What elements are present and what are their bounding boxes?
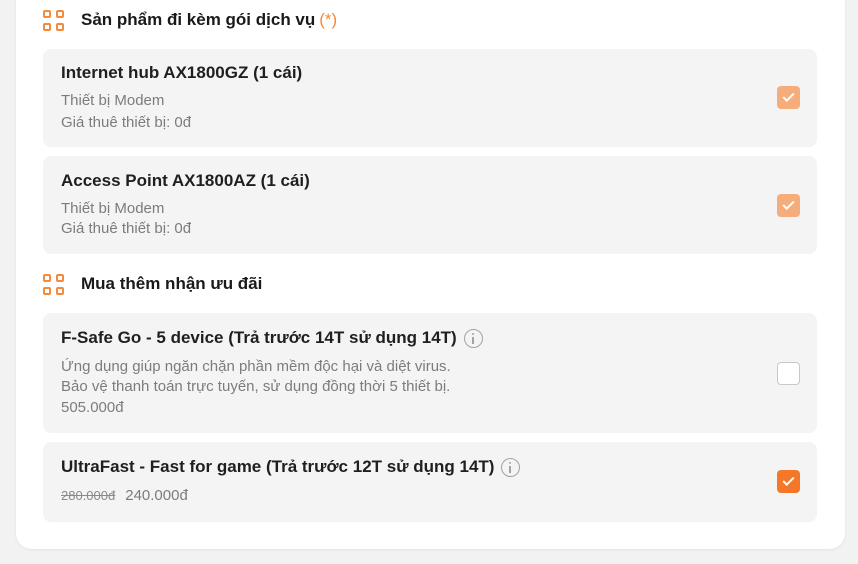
- info-icon[interactable]: [501, 457, 521, 477]
- product-card-access-point[interactable]: Access Point AX1800AZ (1 cái) Thiết bị M…: [43, 156, 817, 254]
- checkmark-icon: [782, 473, 795, 487]
- new-price: 240.000đ: [125, 487, 188, 504]
- product-title: Internet hub AX1800GZ (1 cái): [61, 63, 303, 82]
- checkmark-icon: [782, 89, 795, 103]
- old-price: 280.000đ: [61, 488, 116, 503]
- checkmark-icon: [782, 197, 795, 211]
- section-header-addons: Mua thêm nhận ưu đãi: [43, 272, 262, 296]
- addon-description: Ứng dụng giúp ngăn chặn phần mềm độc hại…: [61, 358, 451, 375]
- addon-title-text: F-Safe Go - 5 device (Trả trước 14T sử d…: [61, 328, 457, 347]
- product-checkbox[interactable]: [777, 86, 800, 109]
- addon-checkbox[interactable]: [777, 470, 800, 493]
- grid-icon: [43, 9, 64, 31]
- required-mark: (*): [319, 10, 338, 29]
- addon-price: 505.000đ: [61, 399, 124, 416]
- rental-price: Giá thuê thiết bị: 0đ: [61, 114, 192, 131]
- info-icon[interactable]: [463, 328, 483, 348]
- addon-checkbox[interactable]: [777, 362, 800, 385]
- section-title: Mua thêm nhận ưu đãi: [81, 274, 263, 293]
- product-type: Thiết bị Modem: [61, 92, 165, 109]
- addon-price-row: 280.000đ 240.000đ: [61, 487, 188, 504]
- section-title-text: Sản phẩm đi kèm gói dịch vụ: [81, 10, 316, 29]
- product-type: Thiết bị Modem: [61, 200, 165, 217]
- addon-title: UltraFast - Fast for game (Trả trước 12T…: [61, 457, 521, 477]
- addon-card-fsafe[interactable]: F-Safe Go - 5 device (Trả trước 14T sử d…: [43, 313, 817, 433]
- section-header-included: Sản phẩm đi kèm gói dịch vụ (*): [43, 8, 337, 32]
- addon-description: Bảo vệ thanh toán trực tuyến, sử dụng đồ…: [61, 378, 451, 395]
- addon-title-text: UltraFast - Fast for game (Trả trước 12T…: [61, 457, 495, 476]
- addon-card-ultrafast[interactable]: UltraFast - Fast for game (Trả trước 12T…: [43, 442, 817, 522]
- product-card-internet-hub[interactable]: Internet hub AX1800GZ (1 cái) Thiết bị M…: [43, 49, 817, 147]
- product-checkbox[interactable]: [777, 194, 800, 217]
- addon-title: F-Safe Go - 5 device (Trả trước 14T sử d…: [61, 328, 483, 348]
- product-title: Access Point AX1800AZ (1 cái): [61, 171, 310, 190]
- rental-price: Giá thuê thiết bị: 0đ: [61, 220, 192, 237]
- grid-icon: [43, 273, 64, 295]
- section-title: Sản phẩm đi kèm gói dịch vụ (*): [81, 10, 337, 30]
